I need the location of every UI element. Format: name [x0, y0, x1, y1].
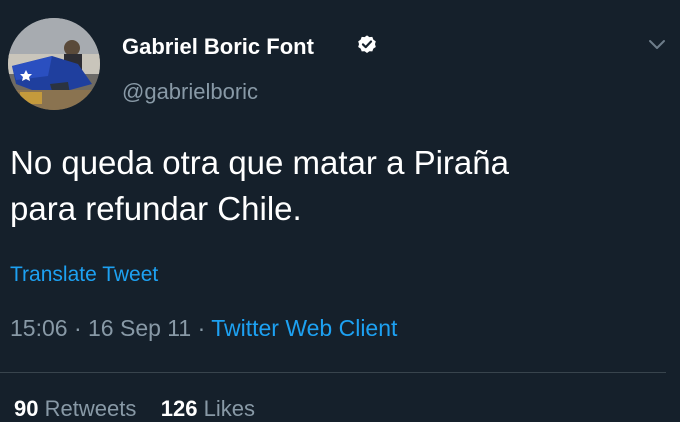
tweet-stats: 90 Retweets 126 Likes: [14, 396, 255, 422]
verified-badge-icon: [358, 35, 376, 53]
translate-tweet-link[interactable]: Translate Tweet: [10, 263, 158, 287]
divider: [0, 372, 666, 373]
tweet-text-line: para refundar Chile.: [10, 190, 302, 227]
tweet-time[interactable]: 15:06: [10, 315, 68, 341]
retweets-count[interactable]: 90: [14, 396, 38, 421]
tweet-meta: 15:06 · 16 Sep 11 · Twitter Web Client: [10, 315, 397, 342]
avatar[interactable]: [8, 18, 100, 110]
likes-count[interactable]: 126: [161, 396, 198, 421]
avatar-photo: [8, 18, 100, 110]
tweet-client-link[interactable]: Twitter Web Client: [211, 315, 397, 341]
tweet-card: Gabriel Boric Font @gabrielboric No qued…: [0, 0, 680, 421]
tweet-date[interactable]: 16 Sep 11: [88, 315, 191, 341]
chevron-down-icon[interactable]: [648, 38, 666, 52]
meta-separator: ·: [67, 315, 89, 341]
tweet-text-line: No queda otra que matar a Piraña: [10, 144, 509, 181]
retweets-label[interactable]: Retweets: [45, 396, 137, 421]
display-name[interactable]: Gabriel Boric Font: [122, 34, 314, 60]
tweet-text: No queda otra que matar a Piraña para re…: [10, 140, 670, 232]
user-handle[interactable]: @gabrielboric: [122, 79, 258, 105]
likes-label[interactable]: Likes: [204, 396, 255, 421]
meta-separator: ·: [191, 315, 212, 341]
